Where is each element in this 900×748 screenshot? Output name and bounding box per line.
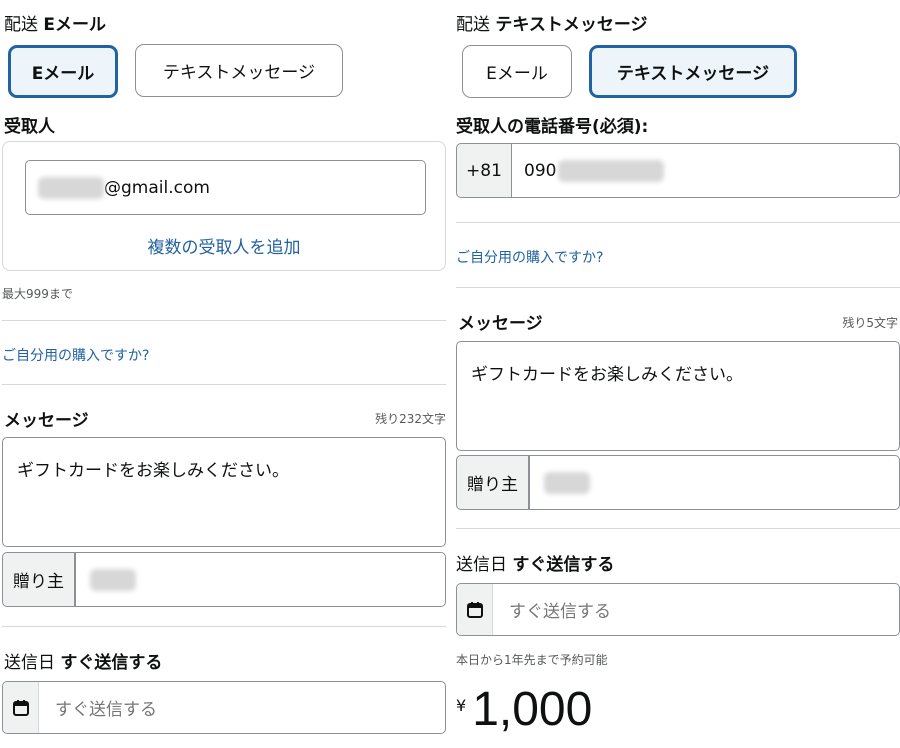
self-purchase-link[interactable]: ご自分用の購入ですか? [2, 345, 149, 365]
schedule-note: 本日から1年先まで予約可能 [456, 653, 608, 667]
tab-email[interactable]: Eメール [462, 45, 572, 98]
divider [2, 384, 446, 385]
phone-field[interactable]: 090 [511, 143, 900, 198]
chars-left: 残り5文字 [842, 316, 898, 330]
country-code[interactable]: +81 [456, 143, 512, 198]
email-field[interactable]: @gmail.com [25, 160, 426, 215]
email-suffix: @gmail.com [104, 177, 210, 198]
send-date-label: 送信日 [4, 653, 55, 673]
send-date-field[interactable]: すぐ送信する [2, 681, 446, 734]
sender-label: 贈り主 [456, 455, 529, 510]
phone-heading: 受取人の電話番号(必須): [456, 117, 649, 137]
divider [2, 626, 446, 627]
redacted-email [38, 176, 104, 199]
send-date-heading: 送信日 すぐ送信する [4, 648, 162, 673]
sender-field[interactable] [529, 455, 900, 510]
sender-field[interactable] [75, 552, 446, 607]
divider [456, 528, 900, 529]
message-heading: メッセージ [458, 314, 543, 334]
add-recipients-link[interactable]: 複数の受取人を追加 [3, 233, 445, 258]
send-date-label: 送信日 [456, 555, 507, 575]
delivery-heading: 配送 Eメール [4, 10, 106, 35]
message-text: ギフトカードをお楽しみください。 [17, 461, 289, 481]
calendar-icon[interactable] [3, 682, 39, 733]
sender-label: 贈り主 [2, 552, 75, 607]
redacted-sender [544, 471, 590, 494]
tab-text-message[interactable]: テキストメッセージ [135, 44, 343, 97]
recipient-box: @gmail.com 複数の受取人を追加 [2, 141, 446, 271]
delivery-value: Eメール [43, 15, 107, 35]
send-date-heading: 送信日 すぐ送信する [456, 550, 614, 575]
date-placeholder: すぐ送信する [509, 602, 611, 622]
max-note: 最大999まで [2, 287, 73, 301]
recipient-heading: 受取人 [4, 117, 55, 137]
message-heading: メッセージ [4, 411, 89, 431]
delivery-heading: 配送 テキストメッセージ [456, 10, 648, 35]
delivery-label: 配送 [4, 15, 38, 35]
delivery-label: 配送 [456, 15, 490, 35]
message-textarea[interactable]: ギフトカードをお楽しみください。 [2, 437, 446, 547]
phone-prefix: 090 [524, 160, 557, 181]
tab-text-message[interactable]: テキストメッセージ [589, 45, 797, 98]
message-textarea[interactable]: ギフトカードをお楽しみください。 [456, 341, 900, 451]
divider [456, 222, 900, 223]
date-placeholder: すぐ送信する [55, 700, 157, 720]
divider [456, 287, 900, 288]
send-date-field[interactable]: すぐ送信する [456, 583, 900, 636]
send-date-value: すぐ送信する [60, 653, 163, 673]
tab-email[interactable]: Eメール [8, 45, 118, 98]
message-text: ギフトカードをお楽しみください。 [471, 365, 743, 385]
redacted-phone [558, 159, 665, 182]
price-amount: 1,000 [472, 683, 593, 736]
chars-left: 残り232文字 [375, 412, 446, 426]
divider [2, 320, 446, 321]
redacted-sender [90, 568, 136, 591]
send-date-value: すぐ送信する [512, 555, 615, 575]
delivery-value: テキストメッセージ [495, 15, 648, 35]
currency-symbol: ¥ [456, 696, 467, 715]
self-purchase-link[interactable]: ご自分用の購入ですか? [456, 247, 603, 267]
calendar-icon[interactable] [457, 584, 493, 635]
price: ¥ 1,000 [456, 686, 592, 734]
